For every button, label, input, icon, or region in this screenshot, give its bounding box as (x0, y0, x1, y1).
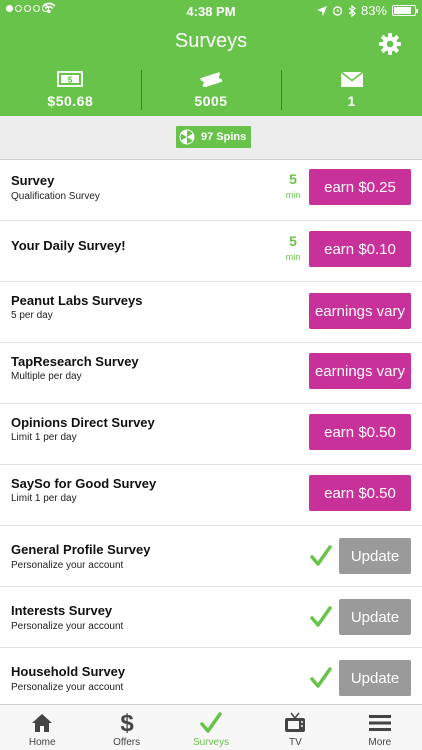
earn-button[interactable]: earnings vary (309, 293, 411, 329)
update-button[interactable]: Update (339, 538, 411, 574)
survey-subtitle: Qualification Survey (11, 191, 100, 202)
survey-duration: 5 min (285, 171, 301, 200)
spins-bar: 97 Spins (0, 116, 422, 160)
survey-name: SaySo for Good Survey (11, 476, 157, 491)
earn-button[interactable]: earn $0.10 (309, 231, 411, 267)
tab-label: Home (28, 737, 56, 748)
survey-list: Survey Qualification Survey 5 min earn $0… (0, 160, 422, 709)
spins-button[interactable]: 97 Spins (176, 126, 252, 148)
survey-name: Household Survey (11, 664, 126, 679)
alarm-icon (332, 6, 343, 16)
earn-button[interactable]: earn $0.50 (309, 414, 411, 450)
ticket-value: 5005 (194, 93, 228, 109)
header: 4:38 PM 83% Surveys $ $50.68 5005 1 (0, 0, 422, 116)
dollar-icon: $ (120, 711, 134, 735)
status-bar: 4:38 PM 83% (0, 0, 422, 22)
messages[interactable]: 1 (281, 70, 422, 112)
checkmark-icon (310, 545, 332, 566)
survey-subtitle: Limit 1 per day (11, 432, 77, 443)
survey-name: Peanut Labs Surveys (11, 293, 143, 308)
tv-icon (285, 712, 306, 732)
menu-icon (368, 715, 391, 731)
battery-percent: 83% (360, 3, 387, 18)
cash-value: $50.68 (47, 93, 94, 109)
survey-name: General Profile Survey (11, 542, 151, 557)
tab-label: TV (289, 737, 302, 748)
svg-text:$: $ (120, 711, 134, 735)
survey-subtitle: Multiple per day (11, 371, 82, 382)
survey-row[interactable]: Peanut Labs Surveys 5 per day earnings v… (0, 282, 422, 343)
survey-duration: 5 min (285, 233, 301, 262)
survey-name: Opinions Direct Survey (11, 415, 155, 430)
messages-value: 1 (347, 93, 356, 109)
survey-subtitle: 5 per day (11, 310, 53, 321)
survey-row[interactable]: Household Survey Personalize your accoun… (0, 648, 422, 709)
earn-button[interactable]: earn $0.25 (309, 169, 411, 205)
survey-subtitle: Personalize your account (11, 621, 124, 632)
survey-row[interactable]: Interests Survey Personalize your accoun… (0, 587, 422, 648)
update-button[interactable]: Update (339, 599, 411, 635)
ticket-icon (200, 72, 223, 87)
tab-more[interactable]: More (338, 705, 422, 750)
survey-name: Survey (11, 173, 55, 188)
spins-label: 97 Spins (201, 131, 247, 143)
tab-label: Offers (113, 737, 141, 748)
envelope-icon (340, 71, 363, 87)
bluetooth-icon (348, 4, 356, 17)
stats-bar: $ $50.68 5005 1 (0, 70, 422, 112)
checkmark-icon (310, 606, 332, 627)
survey-name: Interests Survey (11, 603, 113, 618)
tab-label: More (368, 737, 392, 748)
survey-subtitle: Personalize your account (11, 682, 124, 693)
location-arrow-icon (316, 5, 327, 16)
page-title: Surveys (174, 30, 248, 52)
survey-row[interactable]: General Profile Survey Personalize your … (0, 526, 422, 587)
earn-button[interactable]: earn $0.50 (309, 475, 411, 511)
survey-name: TapResearch Survey (11, 354, 139, 369)
svg-text:$: $ (68, 75, 73, 84)
earn-button[interactable]: earnings vary (309, 353, 411, 389)
survey-subtitle: Limit 1 per day (11, 493, 77, 504)
survey-row[interactable]: TapResearch Survey Multiple per day earn… (0, 343, 422, 404)
status-right: 83% (316, 3, 418, 18)
checkmark-icon (200, 712, 222, 733)
survey-row[interactable]: Your Daily Survey! 5 min earn $0.10 (0, 221, 422, 282)
gear-icon[interactable] (378, 32, 402, 56)
tab-offers[interactable]: $ Offers (84, 705, 168, 750)
cash-balance[interactable]: $ $50.68 (0, 70, 141, 112)
tab-bar: Home $ Offers Surveys TV More (0, 704, 422, 750)
survey-subtitle: Personalize your account (11, 560, 124, 571)
pinwheel-icon (179, 129, 195, 145)
survey-row[interactable]: Survey Qualification Survey 5 min earn $0… (0, 160, 422, 221)
ticket-balance[interactable]: 5005 (140, 70, 282, 112)
checkmark-icon (310, 667, 332, 688)
tab-label: Surveys (192, 737, 230, 748)
tab-home[interactable]: Home (0, 705, 84, 750)
survey-row[interactable]: SaySo for Good Survey Limit 1 per day ea… (0, 465, 422, 526)
battery-icon (392, 5, 418, 16)
tab-surveys[interactable]: Surveys (169, 705, 253, 750)
update-button[interactable]: Update (339, 660, 411, 696)
cash-icon: $ (57, 71, 84, 87)
home-icon (32, 714, 53, 732)
tab-tv[interactable]: TV (253, 705, 337, 750)
survey-name: Your Daily Survey! (11, 238, 126, 253)
survey-row[interactable]: Opinions Direct Survey Limit 1 per day e… (0, 404, 422, 465)
